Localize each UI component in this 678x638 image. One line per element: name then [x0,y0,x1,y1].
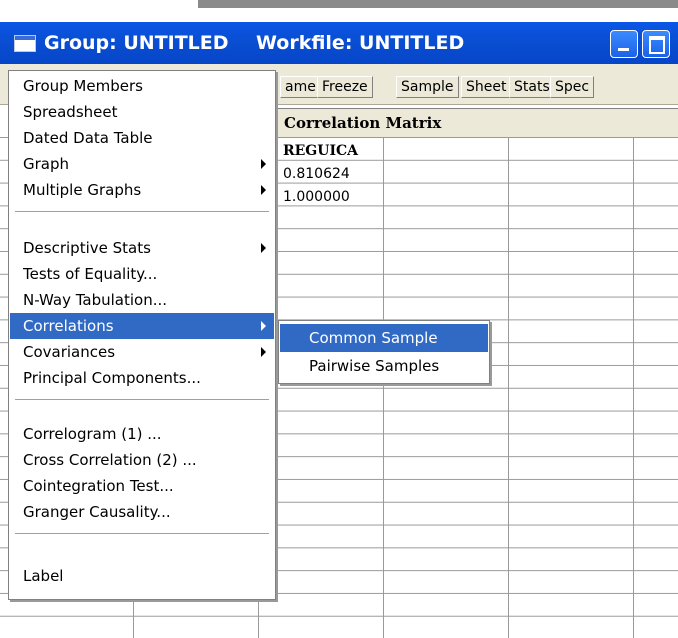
menu-item-principal-components[interactable]: Principal Components... [10,365,274,391]
submenu-arrow-icon [261,243,266,253]
menu-item-cointegration-test[interactable]: Cointegration Test... [10,473,274,499]
submenu-arrow-icon [261,321,266,331]
menu-separator [15,399,269,401]
menu-item-multiple-graphs[interactable]: Multiple Graphs [10,177,274,203]
submenu-item-pairwise-samples[interactable]: Pairwise Samples [280,352,488,380]
cell-value[interactable]: 0.810624 [283,166,350,182]
submenu-arrow-icon [261,159,266,169]
spreadsheet-title: Correlation Matrix [260,108,678,138]
menu-item-correlogram[interactable]: Correlogram (1) ... [10,421,274,447]
menu-item-dated-data-table[interactable]: Dated Data Table [10,125,274,151]
window-title-group: Group: UNTITLED [44,32,229,54]
menu-separator [15,211,269,213]
desktop-background [0,0,198,8]
menu-item-descriptive-stats[interactable]: Descriptive Stats [10,235,274,261]
menu-item-granger-causality[interactable]: Granger Causality... [10,499,274,525]
window-title-workfile: Workfile: UNTITLED [256,32,465,54]
grid-column-divider [383,137,384,638]
menu-item-label[interactable]: Label [10,563,274,589]
menu-separator [15,533,269,535]
cell-value[interactable]: 1.000000 [283,189,350,205]
submenu-item-common-sample[interactable]: Common Sample [280,324,488,352]
minimize-button[interactable] [610,30,638,58]
menu-item-spreadsheet[interactable]: Spreadsheet [10,99,274,125]
maximize-button[interactable] [642,30,670,58]
background-window-edge [198,0,678,8]
grid-column-divider [633,137,634,638]
menu-item-covariances[interactable]: Covariances [10,339,274,365]
menu-item-tests-of-equality[interactable]: Tests of Equality... [10,261,274,287]
submenu-arrow-icon [261,185,266,195]
menu-item-group-members[interactable]: Group Members [10,73,274,99]
name-button[interactable]: ame [280,76,321,98]
correlation-matrix-title: Correlation Matrix [284,114,442,132]
menu-item-cross-correlation[interactable]: Cross Correlation (2) ... [10,447,274,473]
stats-button[interactable]: Stats [509,76,555,98]
window-icon [14,35,36,52]
menu-item-correlations[interactable]: Correlations [10,313,274,339]
window-titlebar[interactable]: Group: UNTITLED Workfile: UNTITLED [0,22,678,64]
menu-item-n-way-tabulation[interactable]: N-Way Tabulation... [10,287,274,313]
correlations-submenu: Common Sample Pairwise Samples [278,320,490,384]
grid-column-divider [508,137,509,638]
column-header-reguica[interactable]: REGUICA [283,143,358,159]
freeze-button[interactable]: Freeze [317,76,373,98]
spec-button[interactable]: Spec [550,76,595,98]
sheet-button[interactable]: Sheet [461,76,512,98]
submenu-arrow-icon [261,347,266,357]
sample-button[interactable]: Sample [396,76,459,98]
view-context-menu: Group Members Spreadsheet Dated Data Tab… [8,70,276,600]
menu-item-graph[interactable]: Graph [10,151,274,177]
